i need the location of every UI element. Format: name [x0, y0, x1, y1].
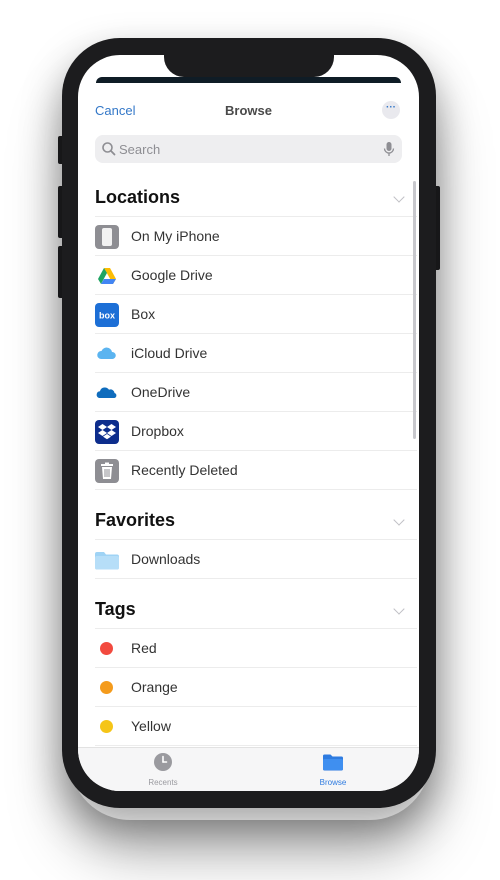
tab-label: Browse — [319, 778, 347, 787]
section-header-locations[interactable]: Locations — [95, 177, 417, 217]
location-label: On My iPhone — [131, 228, 220, 244]
dropbox-icon — [95, 420, 119, 444]
tag-color-dot — [100, 681, 113, 694]
search-input[interactable] — [119, 135, 369, 163]
section-title-tags: Tags — [95, 599, 136, 619]
chevron-down-icon[interactable] — [393, 514, 405, 526]
google-drive-icon — [98, 268, 116, 284]
section-header-tags[interactable]: Tags — [95, 589, 417, 629]
notch — [164, 55, 334, 77]
icloud-icon — [97, 347, 116, 359]
tab-recents[interactable]: Recents — [113, 752, 213, 790]
microphone-icon[interactable] — [383, 141, 395, 157]
chevron-down-icon[interactable] — [393, 191, 405, 203]
section-title-favorites: Favorites — [95, 510, 176, 530]
tag-label: Red — [131, 640, 157, 656]
tag-item-orange[interactable]: Orange — [95, 668, 417, 707]
location-label: OneDrive — [131, 384, 191, 400]
search-icon — [102, 142, 116, 156]
location-label: Recently Deleted — [131, 462, 238, 478]
location-item-recently-deleted[interactable]: Recently Deleted — [95, 451, 417, 490]
trash-icon — [95, 459, 119, 483]
tab-browse[interactable]: Browse — [283, 752, 383, 790]
location-item-onedrive[interactable]: OneDrive — [95, 373, 417, 412]
tag-color-dot — [100, 642, 113, 655]
section-title-locations: Locations — [95, 187, 181, 207]
favorite-label: Downloads — [131, 551, 201, 567]
location-label: Google Drive — [131, 267, 213, 283]
location-item-box[interactable]: box Box — [95, 295, 417, 334]
phone-screen: Cancel Browse ··· Locations On My iPhone — [78, 55, 419, 791]
navigation-bar: Cancel Browse ··· — [78, 95, 419, 125]
svg-text:box: box — [99, 311, 115, 321]
tag-label: Orange — [131, 679, 178, 695]
tag-label: Yellow — [131, 718, 171, 734]
tab-bar: Recents Browse — [78, 747, 419, 791]
onedrive-icon — [96, 387, 117, 398]
tag-item-yellow[interactable]: Yellow — [95, 707, 417, 746]
search-bar — [95, 135, 402, 163]
location-item-dropbox[interactable]: Dropbox — [95, 412, 417, 451]
favorite-item-downloads[interactable]: Downloads — [95, 540, 417, 579]
location-label: Box — [131, 306, 156, 322]
chevron-down-icon[interactable] — [393, 603, 405, 615]
location-item-on-my-iphone[interactable]: On My iPhone — [95, 217, 417, 256]
location-label: iCloud Drive — [131, 345, 208, 361]
tab-label: Recents — [148, 778, 178, 787]
section-header-favorites[interactable]: Favorites — [95, 500, 417, 540]
page-title: Browse — [225, 103, 272, 118]
box-icon: box — [95, 303, 119, 327]
location-item-google-drive[interactable]: Google Drive — [95, 256, 417, 295]
browse-list: Locations On My iPhone Google Drive box — [78, 177, 419, 747]
background-sheet-edge — [96, 77, 401, 83]
ellipsis-icon[interactable]: ··· — [382, 101, 400, 119]
iphone-icon — [95, 225, 119, 249]
location-label: Dropbox — [131, 423, 184, 439]
clock-icon — [154, 753, 172, 771]
folder-icon — [95, 552, 119, 570]
tag-color-dot — [100, 720, 113, 733]
scrollbar[interactable] — [413, 181, 416, 439]
folder-icon — [323, 754, 343, 771]
tag-item-red[interactable]: Red — [95, 629, 417, 668]
location-item-icloud-drive[interactable]: iCloud Drive — [95, 334, 417, 373]
